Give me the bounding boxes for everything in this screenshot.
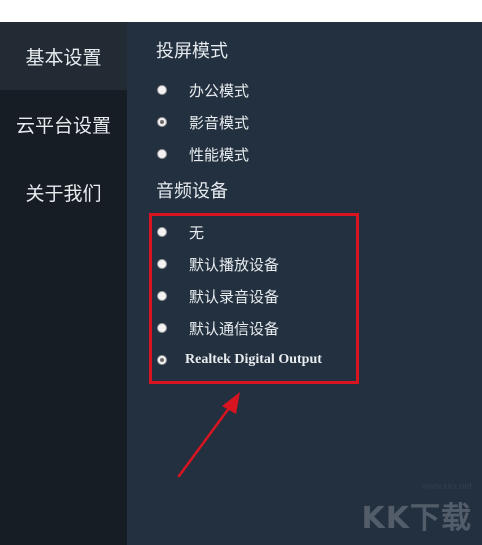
radio-label: 性能模式 xyxy=(189,145,250,164)
radio-label: 办公模式 xyxy=(189,81,250,100)
sidebar-item-label: 云平台设置 xyxy=(15,114,111,137)
window-top-strip xyxy=(0,0,482,22)
radio-label: 无 xyxy=(189,223,205,242)
radio-label: 影音模式 xyxy=(189,113,250,132)
watermark-url: www.kkx.net xyxy=(421,481,472,491)
sidebar-item-label: 基本设置 xyxy=(25,46,102,69)
radio-button[interactable] xyxy=(157,117,167,127)
radio-button[interactable] xyxy=(157,259,167,269)
cast-mode-title: 投屏模式 xyxy=(156,41,228,62)
sidebar-item-label: 关于我们 xyxy=(25,182,102,205)
radio-button[interactable] xyxy=(157,85,167,95)
radio-button[interactable] xyxy=(157,149,167,159)
settings-panel: 投屏模式 办公模式 影音模式 性能模式 音频设备 无 默认播放设备 默认录音设备… xyxy=(127,22,482,545)
radio-audio-default-playback[interactable]: 默认播放设备 xyxy=(157,252,279,276)
radio-audio-none[interactable]: 无 xyxy=(157,220,204,244)
sidebar-item-cloud-settings[interactable]: 云平台设置 xyxy=(0,90,127,158)
radio-media-mode[interactable]: 影音模式 xyxy=(157,110,249,134)
radio-button[interactable] xyxy=(157,355,167,365)
radio-performance-mode[interactable]: 性能模式 xyxy=(157,142,249,166)
radio-label: 默认播放设备 xyxy=(189,255,280,274)
radio-audio-realtek-digital-output[interactable]: Realtek Digital Output xyxy=(157,348,322,372)
radio-label: 默认录音设备 xyxy=(189,287,280,306)
radio-button[interactable] xyxy=(157,323,167,333)
radio-button[interactable] xyxy=(157,227,167,237)
radio-audio-default-recording[interactable]: 默认录音设备 xyxy=(157,284,279,308)
audio-device-title: 音频设备 xyxy=(156,181,228,202)
watermark-logo: KK下载 xyxy=(361,501,472,536)
radio-button[interactable] xyxy=(157,291,167,301)
sidebar-item-about-us[interactable]: 关于我们 xyxy=(0,158,127,226)
sidebar-item-basic-settings[interactable]: 基本设置 xyxy=(0,22,127,90)
radio-label: Realtek Digital Output xyxy=(185,352,322,367)
radio-label: 默认通信设备 xyxy=(189,319,280,338)
radio-office-mode[interactable]: 办公模式 xyxy=(157,78,249,102)
radio-audio-default-communication[interactable]: 默认通信设备 xyxy=(157,316,279,340)
sidebar: 基本设置 云平台设置 关于我们 xyxy=(0,22,127,545)
watermark: www.kkx.net KK下载 xyxy=(362,481,473,537)
